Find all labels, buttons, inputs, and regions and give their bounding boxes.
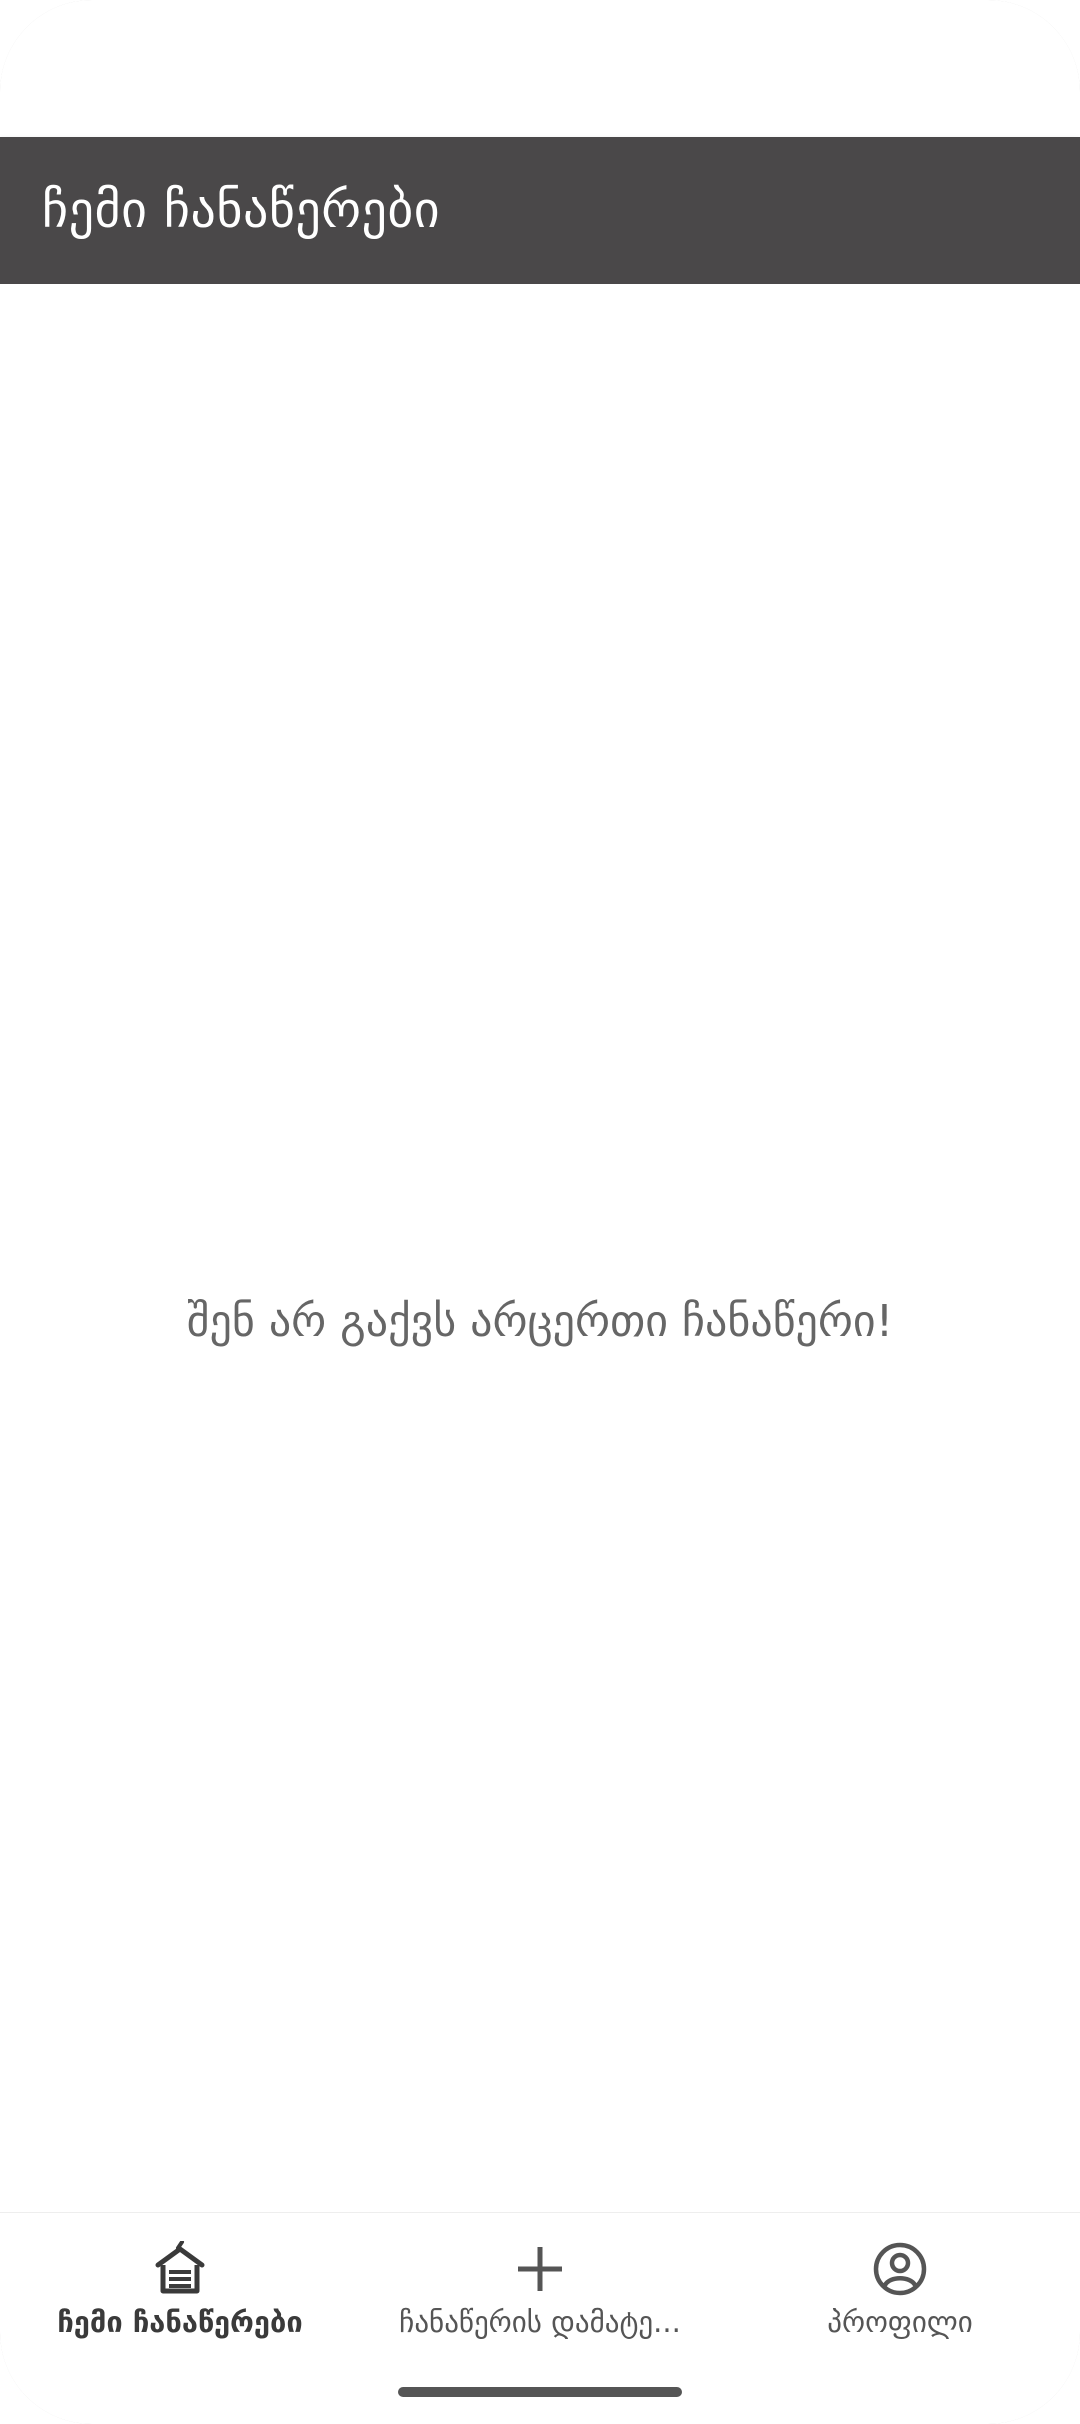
empty-state-message: შენ არ გაქვს არცერთი ჩანაწერი!: [186, 1296, 894, 1347]
nav-item-label: ჩანაწერის დამატე...: [399, 2305, 681, 2339]
app-bar: ჩემი ჩანაწერები: [0, 137, 1080, 284]
nav-item-add-record[interactable]: ჩანაწერის დამატე...: [360, 2213, 720, 2353]
nav-item-my-records[interactable]: ჩემი ჩანაწერები: [0, 2213, 360, 2353]
nav-item-label: ჩემი ჩანაწერები: [57, 2305, 303, 2339]
page-title: ჩემი ჩანაწერები: [42, 181, 441, 239]
phone-screen: ჩემი ჩანაწერები შენ არ გაქვს არცერთი ჩან…: [0, 0, 1080, 2424]
home-icon: [155, 2241, 205, 2294]
main-content: შენ არ გაქვს არცერთი ჩანაწერი!: [0, 284, 1080, 2212]
nav-item-label: პროფილი: [827, 2305, 973, 2339]
nav-item-profile[interactable]: პროფილი: [720, 2213, 1080, 2353]
account-circle-icon: [873, 2242, 927, 2296]
home-indicator[interactable]: [398, 2387, 682, 2397]
plus-icon: [518, 2247, 562, 2291]
status-bar: [0, 0, 1080, 137]
